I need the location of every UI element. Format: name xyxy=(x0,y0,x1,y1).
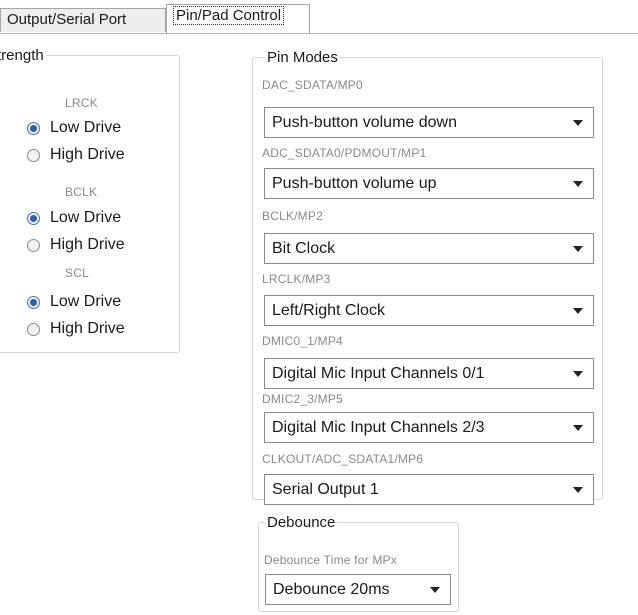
scl-high-drive-radio[interactable]: High Drive xyxy=(27,318,125,340)
radio-unselected-icon xyxy=(27,238,40,252)
lrck-low-drive-radio[interactable]: Low Drive xyxy=(27,117,121,139)
tab-label: Pin/Pad Control xyxy=(173,6,285,25)
chevron-down-icon xyxy=(573,120,583,126)
scl-label: SCL xyxy=(65,266,89,280)
dropdown-value: Bit Clock xyxy=(272,240,336,257)
tab-label: Output/Serial Port xyxy=(7,11,127,28)
radio-selected-icon xyxy=(27,121,40,135)
bclk-low-drive-radio[interactable]: Low Drive xyxy=(27,207,121,229)
pin-label-mp3: LRCLK/MP3 xyxy=(262,272,331,286)
pin-modes-legend: Pin Modes xyxy=(267,49,338,66)
tab-divider xyxy=(0,33,638,34)
dropdown-value: Debounce 20ms xyxy=(273,581,390,598)
dropdown-value: Push-button volume down xyxy=(272,114,457,131)
radio-label: High Drive xyxy=(50,146,125,163)
pin-mp1-dropdown[interactable]: Push-button volume up xyxy=(264,168,594,199)
radio-label: High Drive xyxy=(50,236,125,253)
lrck-high-drive-radio[interactable]: High Drive xyxy=(27,144,125,166)
scl-low-drive-radio[interactable]: Low Drive xyxy=(27,291,121,313)
radio-label: Low Drive xyxy=(50,119,122,136)
pin-mp3-dropdown[interactable]: Left/Right Clock xyxy=(264,295,594,326)
pin-mp0-dropdown[interactable]: Push-button volume down xyxy=(264,107,594,138)
pin-mp6-dropdown[interactable]: Serial Output 1 xyxy=(264,474,594,505)
pin-label-mp1: ADC_SDATA0/PDMOUT/MP1 xyxy=(262,146,427,160)
chevron-down-icon xyxy=(573,371,583,377)
dropdown-value: Push-button volume up xyxy=(272,175,437,192)
lrck-label: LRCK xyxy=(65,96,98,110)
pin-label-mp0: DAC_SDATA/MP0 xyxy=(262,78,363,92)
pin-mp4-dropdown[interactable]: Digital Mic Input Channels 0/1 xyxy=(264,358,594,389)
radio-unselected-icon xyxy=(27,322,40,336)
pin-mp2-dropdown[interactable]: Bit Clock xyxy=(264,233,594,264)
debounce-group: Debounce Debounce Time for MPx Debounce … xyxy=(258,514,459,612)
radio-selected-icon xyxy=(27,211,40,225)
pin-label-mp4: DMIC0_1/MP4 xyxy=(262,334,343,348)
debounce-dropdown[interactable]: Debounce 20ms xyxy=(265,574,451,605)
dropdown-value: Digital Mic Input Channels 2/3 xyxy=(272,419,485,436)
bclk-high-drive-radio[interactable]: High Drive xyxy=(27,234,125,256)
strength-legend: trength xyxy=(0,47,44,64)
radio-label: Low Drive xyxy=(50,209,122,226)
dropdown-value: Serial Output 1 xyxy=(272,481,379,498)
strength-group: trength LRCK Low Drive High Drive BCLK L… xyxy=(0,47,180,353)
dropdown-value: Digital Mic Input Channels 0/1 xyxy=(272,365,485,382)
pin-modes-group: Pin Modes DAC_SDATA/MP0 Push-button volu… xyxy=(252,49,603,505)
debounce-label: Debounce Time for MPx xyxy=(264,553,397,567)
debounce-legend: Debounce xyxy=(267,514,336,531)
bclk-label: BCLK xyxy=(65,185,98,199)
chevron-down-icon xyxy=(573,487,583,493)
tab-strip: Output/Serial Port Pin/Pad Control xyxy=(0,0,638,34)
dropdown-value: Left/Right Clock xyxy=(272,302,385,319)
radio-label: Low Drive xyxy=(50,293,122,310)
chevron-down-icon xyxy=(573,308,583,314)
chevron-down-icon xyxy=(430,587,440,593)
pin-label-mp2: BCLK/MP2 xyxy=(262,209,323,223)
radio-selected-icon xyxy=(27,295,40,309)
tab-pin-pad-control[interactable]: Pin/Pad Control xyxy=(166,4,310,34)
pin-label-mp5: DMIC2_3/MP5 xyxy=(262,392,343,406)
radio-label: High Drive xyxy=(50,320,125,337)
pin-label-mp6: CLKOUT/ADC_SDATA1/MP6 xyxy=(262,452,424,466)
chevron-down-icon xyxy=(573,181,583,187)
pin-mp5-dropdown[interactable]: Digital Mic Input Channels 2/3 xyxy=(264,412,594,443)
chevron-down-icon xyxy=(573,425,583,431)
chevron-down-icon xyxy=(573,246,583,252)
tab-output-serial-port[interactable]: Output/Serial Port xyxy=(0,8,166,32)
radio-unselected-icon xyxy=(27,148,40,162)
